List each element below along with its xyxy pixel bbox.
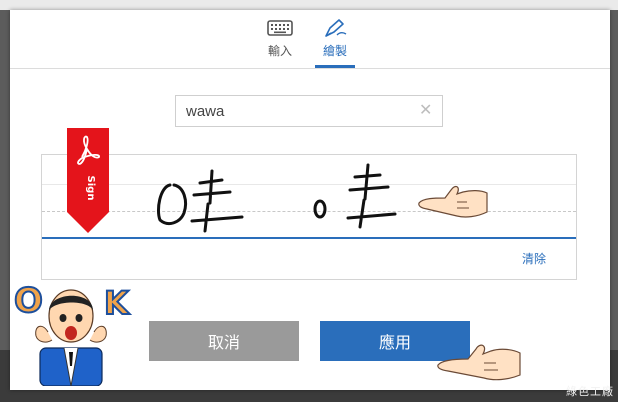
pointing-hand-icon <box>418 185 488 218</box>
keyboard-icon <box>267 20 293 36</box>
sign-ribbon: Sign <box>67 128 109 233</box>
tab-draw[interactable]: 繪製 <box>315 18 355 68</box>
tab-bar: 輸入 繪製 <box>10 10 610 69</box>
sticker-letter-k: K <box>104 284 130 322</box>
cancel-button[interactable]: 取消 <box>149 321 299 361</box>
tab-draw-label: 繪製 <box>322 44 347 58</box>
pen-draw-icon <box>325 19 347 37</box>
background-top-strip <box>0 0 618 10</box>
sticker-letter-o: O <box>14 282 43 321</box>
drawn-signature: 哇哇 <box>156 163 397 233</box>
active-tab-indicator <box>315 65 355 68</box>
tab-type[interactable]: 輸入 <box>260 18 300 66</box>
watermark: 綠色工廠 <box>566 385 614 398</box>
ok-sticker: O K <box>13 282 131 386</box>
signature-canvas[interactable]: 哇哇 清除 <box>41 154 577 280</box>
close-icon[interactable]: ✕ <box>419 100 432 119</box>
name-input[interactable] <box>175 95 443 127</box>
clear-signature-link[interactable]: 清除 <box>522 250 546 267</box>
tab-type-label: 輸入 <box>267 44 292 58</box>
sign-ribbon-label: Sign <box>85 176 96 201</box>
pointing-hand-icon <box>437 344 521 381</box>
